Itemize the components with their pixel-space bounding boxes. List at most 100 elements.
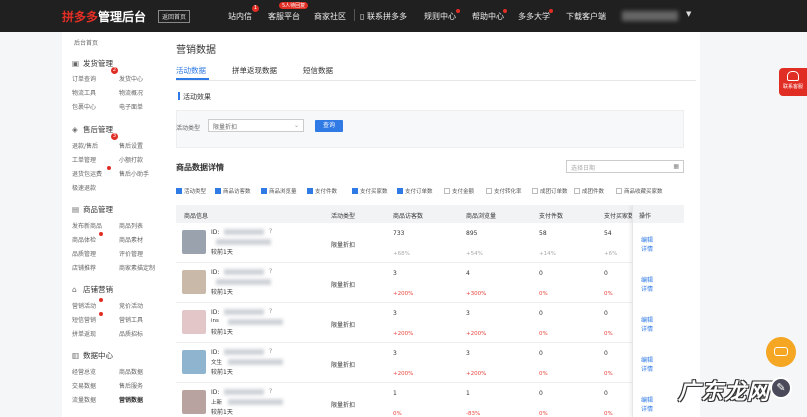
metric-checkbox[interactable]: 支付买家数: [352, 187, 388, 195]
sidebar-item[interactable]: 极速退款: [72, 183, 96, 192]
checkbox-checked-icon[interactable]: [261, 188, 267, 194]
nav-university[interactable]: 多多大学: [518, 11, 550, 22]
chat-button[interactable]: [766, 337, 796, 367]
sidebar-section-products[interactable]: ▤ 商品管理: [72, 204, 113, 215]
help-circle-icon[interactable]: ?: [269, 268, 272, 275]
tab-sms-data[interactable]: 短信数据: [303, 65, 333, 76]
sidebar-item[interactable]: 店铺推荐: [72, 263, 96, 272]
help-circle-icon[interactable]: ?: [269, 388, 272, 395]
sidebar-item[interactable]: 流量数据: [72, 395, 96, 404]
nav-community[interactable]: 商家社区: [314, 11, 346, 22]
query-button[interactable]: 查询: [315, 120, 343, 132]
tab-cashback-data[interactable]: 拼单返现数据: [232, 65, 277, 76]
account-name-redacted[interactable]: [622, 11, 678, 21]
details-link[interactable]: 详情: [641, 404, 653, 413]
sidebar-item[interactable]: 短信营销: [72, 315, 96, 324]
product-thumbnail[interactable]: [182, 270, 206, 294]
product-thumbnail[interactable]: [182, 350, 206, 374]
nav-help[interactable]: 帮助中心: [472, 11, 504, 22]
product-thumbnail[interactable]: [182, 390, 206, 414]
checkbox-icon[interactable]: [486, 188, 492, 194]
sidebar-item[interactable]: 物流概况: [119, 88, 143, 97]
metric-checkbox[interactable]: 活动类型: [176, 187, 206, 195]
details-link[interactable]: 详情: [641, 364, 653, 373]
edit-link[interactable]: 编辑: [641, 395, 653, 404]
sidebar-item[interactable]: 品质招标: [119, 329, 143, 338]
sidebar-item[interactable]: 商品列表: [119, 221, 143, 230]
sidebar-section-aftersales[interactable]: ◈ 售后管理: [72, 124, 113, 135]
sidebar-item[interactable]: 营销工具: [119, 315, 143, 324]
edit-link[interactable]: 编辑: [641, 355, 653, 364]
checkbox-icon[interactable]: [616, 188, 622, 194]
sidebar-item[interactable]: 商品素材: [119, 235, 143, 244]
sidebar-item-active[interactable]: 营销数据: [119, 395, 143, 404]
nav-customer-service[interactable]: 客服平台: [268, 11, 300, 22]
checkbox-checked-icon[interactable]: [307, 188, 313, 194]
sidebar-item[interactable]: 经营总览: [72, 367, 96, 376]
metric-checkbox[interactable]: 成团件数: [574, 187, 604, 195]
help-circle-icon[interactable]: ?: [269, 348, 272, 355]
sidebar-item[interactable]: 商品数据: [119, 367, 143, 376]
sidebar-item[interactable]: 订单查询: [72, 74, 96, 83]
pinduoduo-logo[interactable]: 拼多多管理后台: [62, 8, 146, 25]
chevron-down-icon[interactable]: ▼: [686, 10, 691, 18]
nav-inbox[interactable]: 站内信: [228, 11, 252, 22]
date-picker[interactable]: 选择日期 ▦: [566, 160, 684, 173]
nav-rules[interactable]: 规则中心: [424, 11, 456, 22]
checkbox-icon[interactable]: [532, 188, 538, 194]
sidebar-item[interactable]: 电子面单: [119, 102, 143, 111]
sidebar-item[interactable]: 商品体检: [72, 235, 96, 244]
sidebar-item[interactable]: 品质管理: [72, 249, 96, 258]
contact-support-widget[interactable]: 联系客服: [779, 68, 807, 96]
sidebar-item[interactable]: 小额打款: [119, 155, 143, 164]
metric-checkbox[interactable]: 支付订单数: [397, 187, 433, 195]
sidebar-item[interactable]: 工单管理: [72, 155, 96, 164]
sidebar-item[interactable]: 发布新商品: [72, 221, 102, 230]
metric-checkbox[interactable]: 支付金额: [444, 187, 474, 195]
metric-checkbox[interactable]: 商品访客数: [215, 187, 251, 195]
sidebar-item-home[interactable]: 后台首页: [74, 38, 98, 47]
sidebar-item[interactable]: 营销活动: [72, 301, 96, 310]
metric-checkbox[interactable]: 商品浏览量: [261, 187, 297, 195]
help-circle-icon[interactable]: ?: [269, 228, 272, 235]
details-link[interactable]: 详情: [641, 324, 653, 333]
sidebar-item[interactable]: 物流工具: [72, 88, 96, 97]
sidebar-item[interactable]: 退货包运费: [72, 169, 102, 178]
back-home-button[interactable]: 返回首页: [158, 10, 191, 23]
sidebar-item[interactable]: 商家素描定制: [119, 263, 155, 272]
sidebar-item[interactable]: 发货中心: [119, 74, 143, 83]
product-thumbnail[interactable]: [182, 230, 206, 254]
checkbox-checked-icon[interactable]: [397, 188, 403, 194]
tab-activity-data[interactable]: 活动数据: [176, 65, 206, 76]
sidebar-item[interactable]: 售后服务: [119, 381, 143, 390]
edit-link[interactable]: 编辑: [641, 275, 653, 284]
checkbox-checked-icon[interactable]: [176, 188, 182, 194]
checkbox-checked-icon[interactable]: [215, 188, 221, 194]
details-link[interactable]: 详情: [641, 284, 653, 293]
nav-download[interactable]: 下载客户端: [566, 11, 606, 22]
sidebar-item[interactable]: 交易数据: [72, 381, 96, 390]
edit-link[interactable]: 编辑: [641, 315, 653, 324]
sidebar-section-shipping[interactable]: ▣ 发货管理: [72, 58, 113, 69]
checkbox-icon[interactable]: [574, 188, 580, 194]
sidebar-item[interactable]: 评价管理: [119, 249, 143, 258]
checkbox-icon[interactable]: [444, 188, 450, 194]
metric-checkbox[interactable]: 支付件数: [307, 187, 337, 195]
sidebar-item[interactable]: 竞价活动: [119, 301, 143, 310]
product-thumbnail[interactable]: [182, 310, 206, 334]
sidebar-item[interactable]: 售后小助手: [119, 169, 149, 178]
edit-link[interactable]: 编辑: [641, 235, 653, 244]
activity-type-select[interactable]: 限量折扣 ⌄: [208, 119, 304, 132]
sidebar-item[interactable]: 拼单返现: [72, 329, 96, 338]
sidebar-section-marketing[interactable]: ⌂ 店铺营销: [72, 284, 113, 295]
metric-checkbox[interactable]: 成团订单数: [532, 187, 568, 195]
help-circle-icon[interactable]: ?: [269, 308, 272, 315]
sidebar-item[interactable]: 包裹中心: [72, 102, 96, 111]
metric-checkbox[interactable]: 商品收藏买家数: [616, 187, 663, 195]
sidebar-item[interactable]: 售后设置: [119, 141, 143, 150]
sidebar-item[interactable]: 退款/售后: [72, 141, 98, 150]
details-link[interactable]: 详情: [641, 244, 653, 253]
checkbox-checked-icon[interactable]: [352, 188, 358, 194]
metric-checkbox[interactable]: 支付转化率: [486, 187, 522, 195]
nav-contact[interactable]: ▯ 联系拼多多: [360, 11, 407, 22]
